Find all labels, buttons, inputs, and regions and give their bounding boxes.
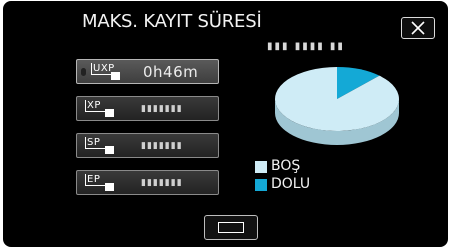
sp-quality-icon: SP bbox=[85, 137, 115, 154]
pie-top bbox=[275, 67, 399, 131]
mode-xp-time: ▮▮▮▮▮▮▮ bbox=[141, 104, 183, 114]
mode-ep-time: ▮▮▮▮▮▮▮ bbox=[141, 178, 183, 188]
uxp-quality-icon: UXP bbox=[91, 63, 121, 80]
selected-indicator bbox=[81, 68, 86, 76]
ep-quality-icon: EP bbox=[85, 174, 115, 191]
remaining-capacity-value: ▮▮▮ ▮▮▮▮ ▮▮ bbox=[267, 41, 345, 52]
pie-slice-free bbox=[275, 67, 399, 131]
back-rectangle-icon bbox=[218, 222, 244, 233]
close-x-icon bbox=[411, 21, 425, 35]
capacity-pie-chart bbox=[275, 67, 399, 145]
mode-button-ep[interactable]: EP ▮▮▮▮▮▮▮ bbox=[76, 170, 219, 195]
close-button[interactable] bbox=[401, 17, 435, 39]
mode-uxp-time: 0h46m bbox=[143, 63, 199, 81]
legend-free-label: BOŞ bbox=[271, 158, 301, 174]
mode-button-xp[interactable]: XP ▮▮▮▮▮▮▮ bbox=[76, 96, 219, 121]
screen-title: MAKS. KAYIT SÜRESİ bbox=[82, 11, 262, 32]
mode-button-sp[interactable]: SP ▮▮▮▮▮▮▮ bbox=[76, 133, 219, 158]
mode-sp-time: ▮▮▮▮▮▮▮ bbox=[141, 141, 183, 151]
legend-used-swatch bbox=[255, 179, 267, 191]
legend-free-swatch bbox=[255, 161, 267, 173]
xp-quality-icon: XP bbox=[85, 100, 115, 117]
mode-button-uxp[interactable]: UXP 0h46m bbox=[76, 59, 219, 84]
back-button[interactable] bbox=[204, 215, 258, 240]
legend-used-label: DOLU bbox=[271, 176, 311, 192]
recording-time-screen: MAKS. KAYIT SÜRESİ UXP 0h46m XP ▮▮▮▮▮▮▮ … bbox=[3, 1, 448, 247]
